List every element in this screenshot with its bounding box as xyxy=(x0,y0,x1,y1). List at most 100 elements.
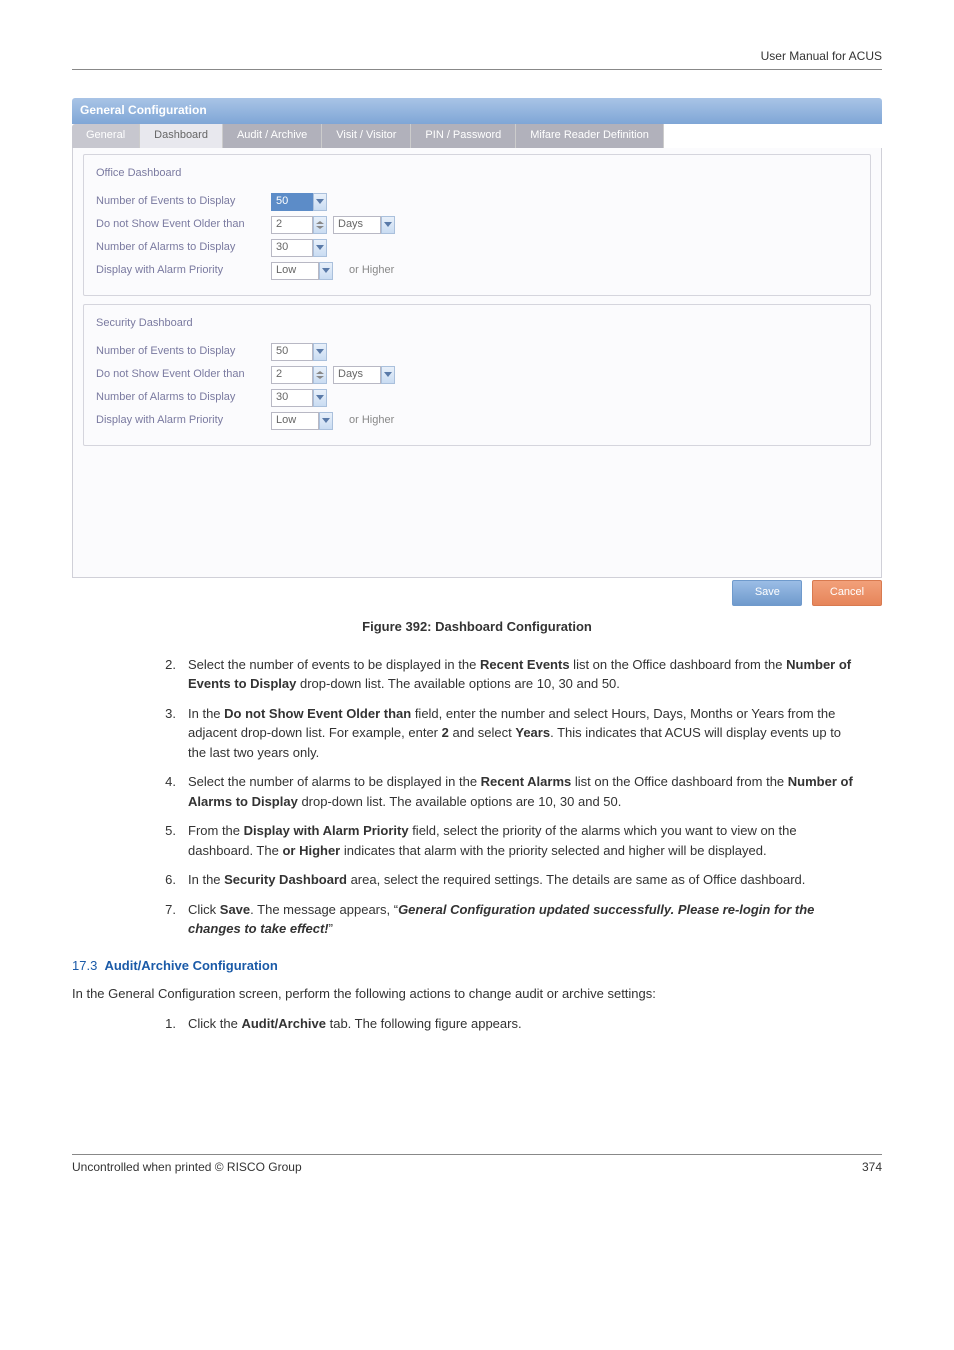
text: drop-down list. The available options ar… xyxy=(298,794,622,809)
step-number: 3. xyxy=(152,704,176,763)
security-priority-label: Display with Alarm Priority xyxy=(96,413,271,429)
text: list on the Office dashboard from the xyxy=(570,657,787,672)
step-6: 6. In the Security Dashboard area, selec… xyxy=(152,870,862,890)
instruction-list: 2. Select the number of events to be dis… xyxy=(152,655,862,939)
text: area, select the required settings. The … xyxy=(347,872,805,887)
text-bold: Save xyxy=(220,902,250,917)
step-number: 7. xyxy=(152,900,176,939)
step-number: 1. xyxy=(152,1014,176,1034)
tab-pin-password[interactable]: PIN / Password xyxy=(411,124,516,148)
security-older-row: Do not Show Event Older than 2 Days xyxy=(96,366,858,384)
chevron-down-icon[interactable] xyxy=(319,412,333,430)
section-steps: 1. Click the Audit/Archive tab. The foll… xyxy=(152,1014,862,1034)
step-number: 6. xyxy=(152,870,176,890)
step-number: 4. xyxy=(152,772,176,811)
office-older-label: Do not Show Event Older than xyxy=(96,217,271,233)
text-bold: 2 xyxy=(442,725,449,740)
security-older-label: Do not Show Event Older than xyxy=(96,367,271,383)
chevron-down-icon[interactable] xyxy=(313,239,327,257)
text: Click xyxy=(188,902,220,917)
text: In the xyxy=(188,872,224,887)
text: ” xyxy=(329,921,333,936)
office-older-unit[interactable]: Days xyxy=(333,216,381,234)
office-priority-value[interactable]: Low xyxy=(271,262,319,280)
step-number: 5. xyxy=(152,821,176,860)
chevron-down-icon[interactable] xyxy=(381,216,395,234)
text: tab. The following figure appears. xyxy=(326,1016,522,1031)
text-bold: Display with Alarm Priority xyxy=(244,823,409,838)
security-priority-row: Display with Alarm Priority Low or Highe… xyxy=(96,412,858,430)
chevron-down-icon[interactable] xyxy=(319,262,333,280)
security-alarms-value[interactable]: 30 xyxy=(271,389,313,407)
office-priority-label: Display with Alarm Priority xyxy=(96,263,271,279)
tab-audit-archive[interactable]: Audit / Archive xyxy=(223,124,322,148)
security-priority-value[interactable]: Low xyxy=(271,412,319,430)
security-priority-suffix: or Higher xyxy=(349,413,394,429)
text: drop-down list. The available options ar… xyxy=(296,676,620,691)
step-3: 3. In the Do not Show Event Older than f… xyxy=(152,704,862,763)
footer-page-number: 374 xyxy=(862,1159,882,1176)
spinner-icon[interactable] xyxy=(313,216,327,234)
office-legend: Office Dashboard xyxy=(92,166,185,182)
chevron-down-icon[interactable] xyxy=(313,343,327,361)
step-7: 7. Click Save. The message appears, “Gen… xyxy=(152,900,862,939)
figure-caption: Figure 392: Dashboard Configuration xyxy=(72,618,882,637)
security-alarms-label: Number of Alarms to Display xyxy=(96,390,271,406)
office-older-row: Do not Show Event Older than 2 Days xyxy=(96,216,858,234)
text-bold: Security Dashboard xyxy=(224,872,347,887)
security-events-row: Number of Events to Display 50 xyxy=(96,343,858,361)
tab-dashboard[interactable]: Dashboard xyxy=(140,124,223,148)
text-bold: or Higher xyxy=(282,843,340,858)
chevron-down-icon[interactable] xyxy=(381,366,395,384)
office-alarms-value[interactable]: 30 xyxy=(271,239,313,257)
office-dashboard-group: Office Dashboard Number of Events to Dis… xyxy=(83,154,871,296)
step-5: 5. From the Display with Alarm Priority … xyxy=(152,821,862,860)
page-footer: Uncontrolled when printed © RISCO Group … xyxy=(72,1154,882,1176)
text-bold: Recent Alarms xyxy=(481,774,572,789)
office-alarms-row: Number of Alarms to Display 30 xyxy=(96,239,858,257)
window-title: General Configuration xyxy=(72,98,882,123)
spinner-icon[interactable] xyxy=(313,366,327,384)
office-events-label: Number of Events to Display xyxy=(96,194,271,210)
tab-general[interactable]: General xyxy=(72,124,140,148)
chevron-down-icon[interactable] xyxy=(313,389,327,407)
step-4: 4. Select the number of alarms to be dis… xyxy=(152,772,862,811)
text-bold: Years xyxy=(515,725,550,740)
security-legend: Security Dashboard xyxy=(92,316,197,332)
section-title: Audit/Archive Configuration xyxy=(104,958,277,973)
footer-left: Uncontrolled when printed © RISCO Group xyxy=(72,1159,302,1176)
text: . The message appears, “ xyxy=(250,902,398,917)
text: list on the Office dashboard from the xyxy=(571,774,788,789)
tab-mifare-reader[interactable]: Mifare Reader Definition xyxy=(516,124,664,148)
text: Click the xyxy=(188,1016,241,1031)
text-bold: Audit/Archive xyxy=(241,1016,326,1031)
security-events-value[interactable]: 50 xyxy=(271,343,313,361)
tab-row: General Dashboard Audit / Archive Visit … xyxy=(72,124,882,148)
save-button[interactable]: Save xyxy=(732,580,802,606)
section-step-1: 1. Click the Audit/Archive tab. The foll… xyxy=(152,1014,862,1034)
section-heading: 17.3 Audit/Archive Configuration xyxy=(72,957,882,976)
security-alarms-row: Number of Alarms to Display 30 xyxy=(96,389,858,407)
text: From the xyxy=(188,823,244,838)
cancel-button[interactable]: Cancel xyxy=(812,580,882,606)
step-2: 2. Select the number of events to be dis… xyxy=(152,655,862,694)
office-events-value[interactable]: 50 xyxy=(271,193,313,211)
step-number: 2. xyxy=(152,655,176,694)
security-older-unit[interactable]: Days xyxy=(333,366,381,384)
config-body: Office Dashboard Number of Events to Dis… xyxy=(72,148,882,578)
tab-visit-visitor[interactable]: Visit / Visitor xyxy=(322,124,411,148)
chevron-down-icon[interactable] xyxy=(313,193,327,211)
office-priority-suffix: or Higher xyxy=(349,263,394,279)
text: and select xyxy=(449,725,516,740)
text: Select the number of alarms to be displa… xyxy=(188,774,481,789)
office-older-value[interactable]: 2 xyxy=(271,216,313,234)
section-intro: In the General Configuration screen, per… xyxy=(72,985,882,1004)
text: Select the number of events to be displa… xyxy=(188,657,480,672)
office-priority-row: Display with Alarm Priority Low or Highe… xyxy=(96,262,858,280)
text: In the xyxy=(188,706,224,721)
office-events-row: Number of Events to Display 50 xyxy=(96,193,858,211)
page-header: User Manual for ACUS xyxy=(72,48,882,70)
button-row: Save Cancel xyxy=(72,580,882,606)
security-events-label: Number of Events to Display xyxy=(96,344,271,360)
security-older-value[interactable]: 2 xyxy=(271,366,313,384)
